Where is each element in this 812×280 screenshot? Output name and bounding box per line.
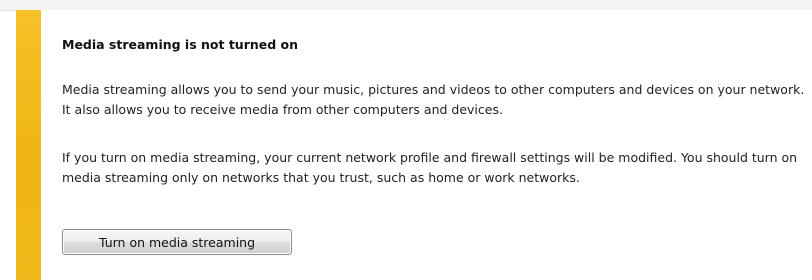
turn-on-media-streaming-button[interactable]: Turn on media streaming — [62, 229, 292, 255]
streaming-description: Media streaming allows you to send your … — [62, 82, 805, 117]
warning-accent-bar — [16, 10, 41, 280]
streaming-warning: If you turn on media streaming, your cur… — [62, 150, 798, 185]
media-streaming-page: Media streaming is not turned on Media s… — [0, 0, 812, 280]
notice-panel: Media streaming is not turned on Media s… — [41, 10, 812, 280]
notice-title: Media streaming is not turned on — [62, 37, 299, 52]
